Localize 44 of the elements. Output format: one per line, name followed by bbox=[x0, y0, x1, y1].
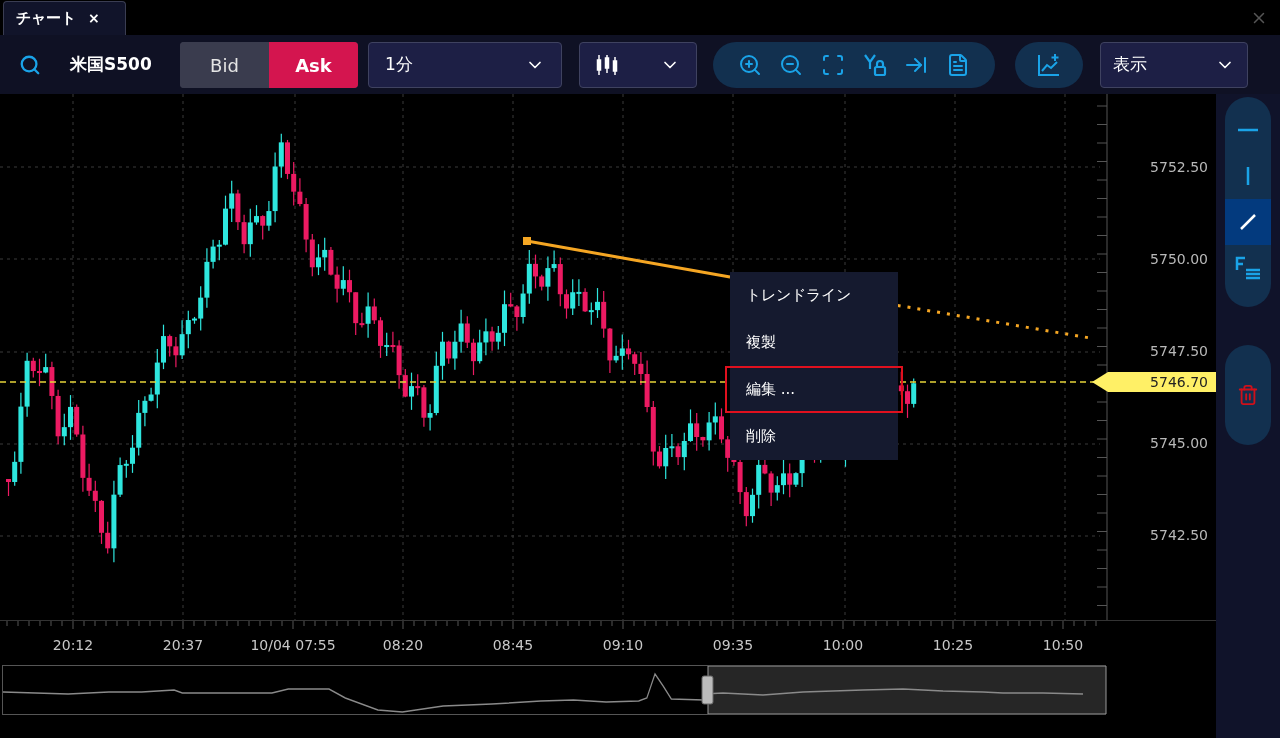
range-handle[interactable] bbox=[701, 675, 714, 705]
price-label: 5750.00 bbox=[1150, 250, 1208, 269]
time-label: 20:37 bbox=[161, 636, 205, 655]
y-axis-lock-icon[interactable] bbox=[862, 53, 887, 77]
price-label: 5742.50 bbox=[1150, 526, 1208, 545]
zoom-in-icon[interactable] bbox=[737, 53, 762, 77]
time-label: 09:10 bbox=[601, 636, 645, 655]
chart-tab[interactable]: チャート × bbox=[3, 1, 126, 35]
time-label: 10/04 07:55 bbox=[249, 636, 337, 655]
view-dropdown[interactable]: 表示 bbox=[1100, 42, 1248, 88]
time-label: 09:35 bbox=[711, 636, 755, 655]
zoom-out-icon[interactable] bbox=[779, 53, 804, 77]
menu-item[interactable]: 編集 ... bbox=[725, 366, 903, 413]
candlestick-icon bbox=[596, 55, 618, 75]
price-label: 5752.50 bbox=[1150, 158, 1208, 177]
chart-type-dropdown[interactable] bbox=[579, 42, 697, 88]
diagonal-line-icon bbox=[1240, 214, 1256, 230]
menu-item[interactable]: 削除 bbox=[730, 413, 898, 460]
side-option[interactable]: Ask bbox=[269, 42, 358, 88]
interval-dropdown[interactable]: 1分 bbox=[368, 42, 562, 88]
add-indicator-button[interactable] bbox=[1015, 42, 1083, 88]
time-label: 10:25 bbox=[931, 636, 975, 655]
time-label: 08:20 bbox=[381, 636, 425, 655]
menu-item[interactable]: 複製 bbox=[730, 319, 898, 366]
menu-item[interactable]: トレンドライン bbox=[730, 272, 898, 319]
price-label: 5747.50 bbox=[1150, 342, 1208, 361]
search-icon[interactable] bbox=[19, 54, 41, 76]
tab-close-button[interactable]: × bbox=[88, 8, 100, 29]
selected-range[interactable] bbox=[707, 666, 1107, 714]
horizontal-line-icon bbox=[1238, 128, 1258, 132]
time-label: 10:50 bbox=[1041, 636, 1085, 655]
time-label: 10:00 bbox=[821, 636, 865, 655]
current-price-tag: 5746.70 bbox=[1092, 372, 1216, 392]
time-label: 08:45 bbox=[491, 636, 535, 655]
time-label: 20:12 bbox=[51, 636, 95, 655]
symbol-name: 米国S500 bbox=[70, 53, 153, 77]
delete-icon bbox=[1237, 384, 1259, 406]
price-label: 5745.00 bbox=[1150, 434, 1208, 453]
fibonacci-icon bbox=[1235, 256, 1261, 280]
tab-title: チャート bbox=[16, 8, 76, 30]
vertical-line-icon bbox=[1246, 167, 1250, 185]
fit-screen-icon[interactable] bbox=[821, 53, 846, 77]
drawing-tool-button[interactable] bbox=[1225, 199, 1271, 245]
chart-plus-icon bbox=[1037, 53, 1061, 77]
